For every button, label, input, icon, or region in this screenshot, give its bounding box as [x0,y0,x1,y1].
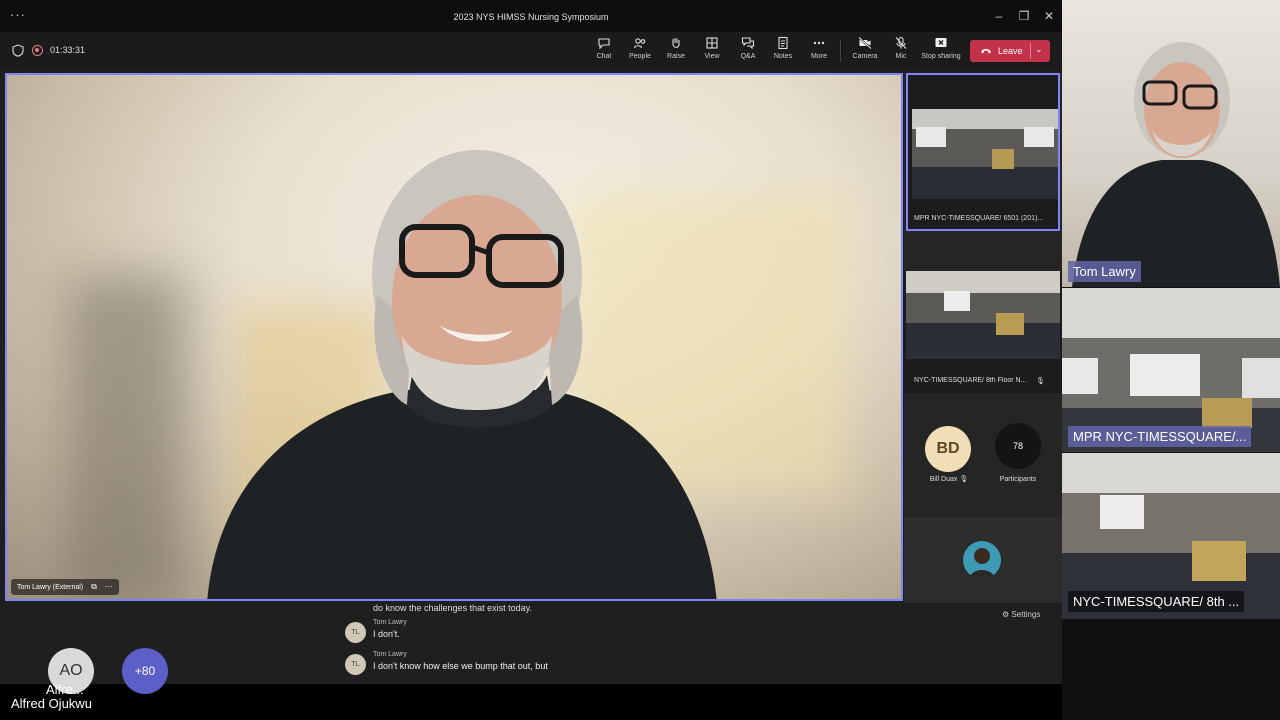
meeting-toolbar: 01:33:31 Chat People Raise View Q&A Note… [0,32,1062,70]
room-video [912,109,1058,199]
gallery-tile-8th-floor[interactable]: NYC-TIMESSQUARE/ 8th ... [1062,453,1280,619]
ellipsis-icon [813,41,825,45]
title-bar: ··· 2023 NYS HIMSS Nursing Symposium – ❐… [0,0,1062,32]
people-icon [633,38,646,49]
outer-gallery: Tom Lawry MPR NYC-TIMESSQUARE/... NYC-TI… [1062,0,1280,720]
speaker-name-badge: Tom Lawry (External) ⧉ ··· [11,579,119,595]
screen: ··· 2023 NYS HIMSS Nursing Symposium – ❐… [0,0,1280,720]
more-participants-button[interactable]: +80 [122,648,168,694]
chat-icon [598,38,610,50]
speaker-video [1072,42,1280,287]
gallery-tile-tom-lawry[interactable]: Tom Lawry [1062,0,1280,287]
more-options-icon[interactable]: ··· [105,582,113,591]
recording-icon [32,45,43,56]
caption-text: do know the challenges that exist today. [373,603,532,613]
camera-button[interactable]: Camera [847,36,883,66]
shield-icon [12,44,24,57]
leave-divider [1030,43,1031,59]
caption-speaker: Tom Lawry [373,651,407,658]
tile-label: NYC-TIMESSQUARE/ 8th Floor N... [914,377,1027,384]
camera-off-icon [858,36,872,50]
meeting-title: 2023 NYS HIMSS Nursing Symposium [453,12,609,22]
notes-button[interactable]: Notes [765,36,801,66]
mic-button[interactable]: Mic [883,36,919,66]
more-button[interactable]: More [801,36,837,66]
avatar[interactable]: BD [925,426,971,472]
mic-off-icon: 🎙 [1036,378,1045,385]
participants-label: Participants [999,476,1037,483]
leave-button[interactable]: Leave ⌄ [970,40,1050,62]
speaker-video [207,150,717,599]
avatar: TL [345,622,366,643]
participant-name: Alfre... [46,682,84,697]
stop-share-icon [935,38,947,47]
maximize-icon[interactable]: ❐ [1016,9,1032,25]
meeting-timer: 01:33:31 [50,45,86,55]
participant-tile-mpr[interactable]: MPR NYC-TIMESSQUARE/ 6501 (201)... [906,73,1060,231]
teams-meeting-window: ··· 2023 NYS HIMSS Nursing Symposium – ❐… [0,0,1062,720]
people-button[interactable]: People [622,36,658,66]
gallery-tile-mpr[interactable]: MPR NYC-TIMESSQUARE/... [1062,288,1280,452]
participant-panel: MPR NYC-TIMESSQUARE/ 6501 (201)... NYC-T… [904,73,1062,603]
avatar: TL [345,654,366,675]
chat-button[interactable]: Chat [586,36,622,66]
phone-hangup-icon [981,49,991,54]
tile-label: MPR NYC-TIMESSQUARE/ 6501 (201)... [914,215,1044,222]
main-video-stage[interactable]: Tom Lawry (External) ⧉ ··· [5,73,903,601]
self-view[interactable] [904,517,1062,603]
view-button[interactable]: View [694,36,730,66]
close-icon[interactable]: ✕ [1041,9,1057,25]
tile-label: NYC-TIMESSQUARE/ 8th ... [1068,591,1245,612]
minimize-icon[interactable]: – [991,9,1007,25]
mic-off-icon: 🎙 [959,476,969,483]
stop-sharing-button[interactable]: Stop sharing [918,36,964,66]
caption-settings-button[interactable]: ⚙ Settings [1002,610,1040,619]
caption-text: I don't know how else we bump that out, … [373,661,548,671]
participants-count[interactable]: 78 [995,423,1041,469]
chevron-down-icon[interactable]: ⌄ [1035,44,1043,55]
caption-text: I don't. [373,629,400,639]
external-user-icon: ⧉ [91,582,97,591]
tile-label: MPR NYC-TIMESSQUARE/... [1068,426,1252,447]
hand-icon [672,38,680,48]
qa-icon [741,37,755,50]
notes-icon [778,36,788,50]
tile-label: Tom Lawry [1068,261,1141,282]
grid-icon [706,37,718,49]
caption-speaker: Tom Lawry [373,619,407,626]
qa-button[interactable]: Q&A [730,36,766,66]
bottom-name-bar: Alfred Ojukwu [0,684,1062,720]
self-avatar [963,541,1001,579]
gear-icon: ⚙ [1002,610,1010,619]
participant-name: Bill Duax 🎙 [929,476,969,483]
current-user-name: Alfred Ojukwu [11,696,92,711]
toolbar-divider [840,40,841,62]
room-video [906,271,1060,359]
participant-tile-8th-floor[interactable]: NYC-TIMESSQUARE/ 8th Floor N... 🎙 [904,271,1062,393]
mic-off-icon [895,36,907,49]
raise-hand-button[interactable]: Raise [658,36,694,66]
